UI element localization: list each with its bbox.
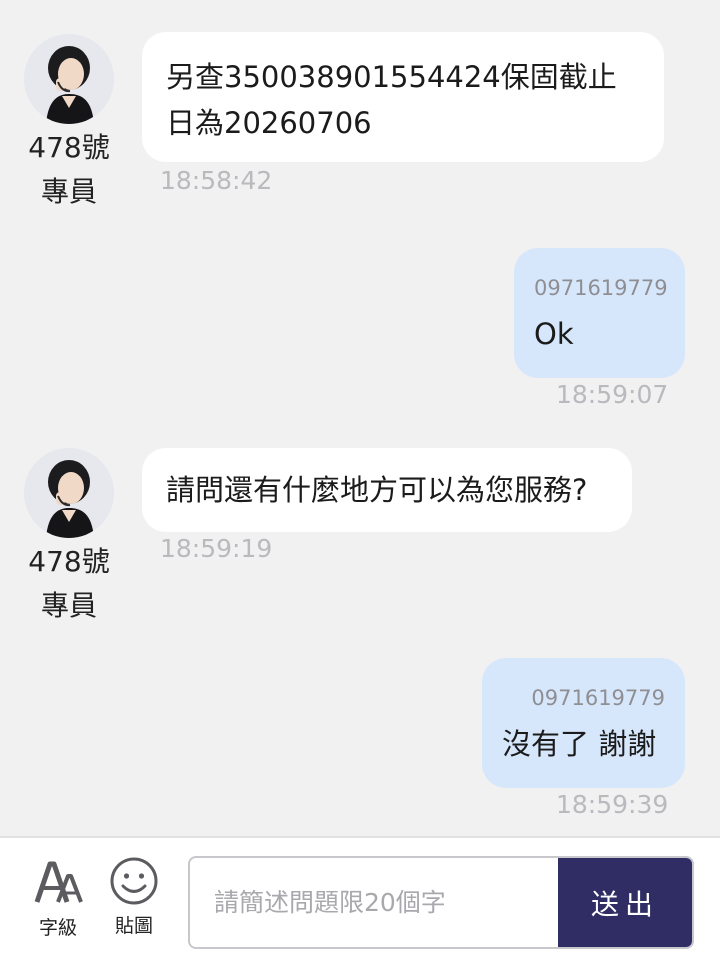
sticker-button[interactable]: 貼圖 [104,856,164,938]
message-timestamp: 18:58:42 [160,166,273,195]
incoming-message-bubble: 另查350038901554424保固截止 日為20260706 [142,32,664,162]
font-size-icon [28,858,88,910]
chat-area[interactable]: 478號 專員 另查350038901554424保固截止 日為20260706… [0,0,720,836]
sender-phone: 0971619779 [534,276,668,300]
message-timestamp: 18:59:19 [160,534,273,563]
agent-name: 478號 專員 [28,545,110,622]
message-text: 另查350038901554424保固截止 [166,60,617,94]
message-text: Ok [534,317,574,351]
message-text: 日為20260706 [166,106,372,140]
message-input-bar: 字級 貼圖 送出 [0,836,720,969]
sender-phone: 0971619779 [531,686,665,710]
agent-avatar [24,34,114,124]
message-timestamp: 18:59:07 [556,380,669,409]
font-size-label: 字級 [38,917,77,939]
message-input-container: 送出 [188,856,694,949]
sticker-label: 貼圖 [114,915,153,937]
message-text: 沒有了 謝謝 [502,727,657,761]
outgoing-message-bubble: 0971619779 沒有了 謝謝 [482,658,685,788]
smiley-icon [104,856,164,910]
message-text: 請問還有什麼地方可以為您服務? [166,473,588,507]
outgoing-message-bubble: 0971619779 Ok [514,248,685,378]
incoming-message-bubble: 請問還有什麼地方可以為您服務? [142,448,632,532]
agent-name: 478號 專員 [28,131,110,208]
font-size-button[interactable]: 字級 [28,858,88,940]
send-button[interactable]: 送出 [558,858,692,947]
agent-avatar [24,448,114,538]
message-input[interactable] [190,858,560,947]
message-timestamp: 18:59:39 [556,790,669,819]
